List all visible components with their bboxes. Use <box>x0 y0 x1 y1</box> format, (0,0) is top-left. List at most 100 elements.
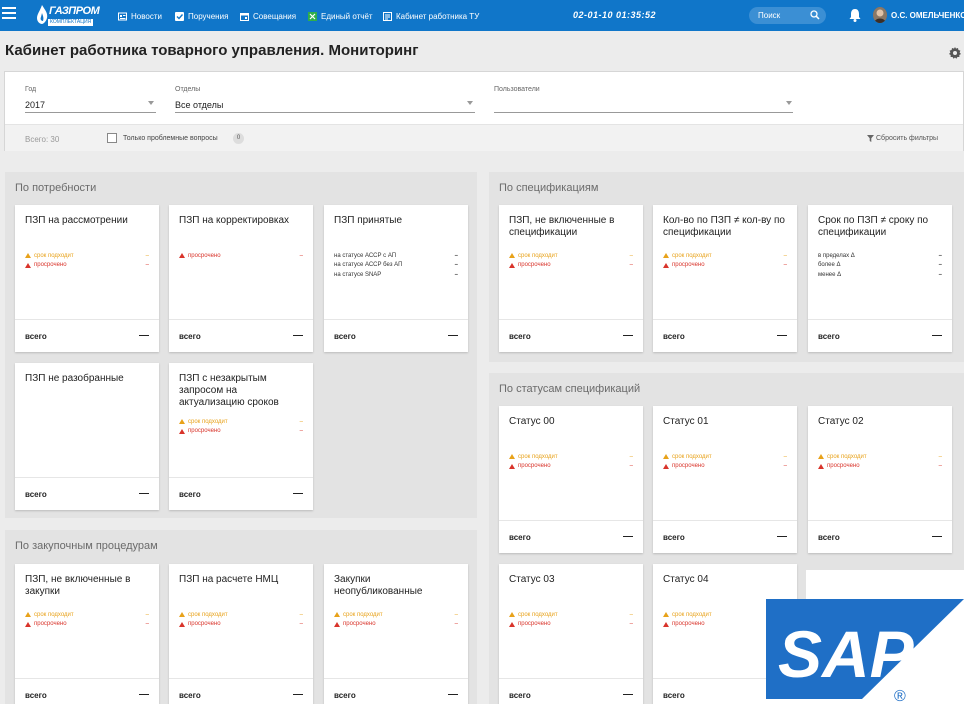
card-title: ПЗП, не включенные в закупки <box>25 574 131 597</box>
row-overdue: просрочено– <box>179 427 303 437</box>
card-title: Статус 02 <box>818 416 864 427</box>
warning-icon <box>663 463 669 469</box>
nav-cabinet-label: Кабинет работника ТУ <box>396 11 480 21</box>
only-problem-label[interactable]: Только проблемные вопросы <box>123 135 218 142</box>
card-pzp-nmc[interactable]: ПЗП на расчете НМЦ срок подходит – просро… <box>169 564 313 704</box>
card-pzp-unsorted[interactable]: ПЗП не разобранные всего — <box>15 363 159 510</box>
card-footer: всего— <box>653 319 797 352</box>
card-pzp-accepted[interactable]: ПЗП принятые на статусе АССР с АП – на ст… <box>324 205 468 352</box>
dept-chevron-down-icon[interactable] <box>467 101 473 105</box>
row-info: на статусе АССР с АП – <box>334 252 458 259</box>
card-qty-mismatch[interactable]: Кол-во по ПЗП ≠ кол-ву по спецификации с… <box>653 205 797 352</box>
warning-icon <box>818 454 824 460</box>
warning-icon <box>25 621 31 627</box>
warning-icon <box>663 454 669 460</box>
sap-logo-text: SAP <box>778 617 915 691</box>
avatar[interactable] <box>873 7 887 23</box>
warning-icon <box>179 419 185 425</box>
row-warn: срок подходит– <box>334 610 458 620</box>
warning-icon <box>509 463 515 469</box>
nav-news[interactable]: Новости <box>118 9 162 23</box>
card-footer: всего— <box>808 520 952 553</box>
nav-cabinet[interactable]: Кабинет работника ТУ <box>383 9 479 23</box>
card-status-00[interactable]: Статус 00 срок подходит – просрочено – все… <box>499 406 643 553</box>
warning-icon <box>334 612 340 618</box>
year-underline <box>25 112 156 113</box>
nav-news-label: Новости <box>131 11 162 21</box>
row-warn: срок подходит– <box>509 452 633 462</box>
warning-icon <box>179 621 185 627</box>
card-status-rows: срок подходит– просрочено– <box>509 610 633 629</box>
card-status-02[interactable]: Статус 02 срок подходит – просрочено – все… <box>808 406 952 553</box>
users-chevron-down-icon[interactable] <box>786 101 792 105</box>
menu-icon[interactable] <box>2 7 16 23</box>
warning-icon <box>25 262 31 268</box>
card-title: ПЗП не разобранные <box>25 373 124 384</box>
user-name[interactable]: О.С. ОМЕЛЬЧЕНКО <box>891 11 964 20</box>
search-box[interactable]: Поиск <box>749 7 826 24</box>
card-title: Статус 00 <box>509 416 555 427</box>
nav-meetings-label: Совещания <box>253 11 297 21</box>
card-title: Статус 03 <box>509 574 555 585</box>
card-footer: всего— <box>499 678 643 704</box>
card-pzp-review[interactable]: ПЗП на рассмотрении срок подходит – проср… <box>15 205 159 352</box>
year-chevron-down-icon[interactable] <box>148 101 154 105</box>
row-info: на статусе АССР без АП – <box>334 262 458 269</box>
gazprom-logo[interactable]: ГАЗПРОМ КОМПЛЕКТАЦИЯ <box>36 3 100 29</box>
year-label: Год <box>25 86 37 93</box>
card-pzp-correction[interactable]: ПЗП на корректировках просрочено – всего — <box>169 205 313 352</box>
nav-tasks[interactable]: Поручения <box>175 9 228 23</box>
row-info: менее Δ – <box>818 271 942 278</box>
card-date-mismatch[interactable]: Срок по ПЗП ≠ сроку по спецификации в пр… <box>808 205 952 352</box>
report-icon <box>308 11 317 21</box>
card-status-01[interactable]: Статус 01 срок подходит – просрочено – все… <box>653 406 797 553</box>
row-warn: срок подходит– <box>179 610 303 620</box>
card-pzp-open-request[interactable]: ПЗП с незакрытым запросом на актуализаци… <box>169 363 313 510</box>
card-pzp-not-in-procurement[interactable]: ПЗП, не включенные в закупки срок подход… <box>15 564 159 704</box>
sap-logo: SAP ® <box>766 599 964 704</box>
filter-icon <box>867 135 874 142</box>
card-footer: всего— <box>15 477 159 510</box>
card-status-rows: срок подходит– просрочено– <box>818 452 942 471</box>
reset-filters-button[interactable]: Сбросить фильтры <box>867 135 938 142</box>
section-spec-statuses-title: По статусам спецификаций <box>499 383 641 395</box>
row-warn: срок подходит– <box>25 610 149 620</box>
search-icon <box>810 10 820 20</box>
gear-icon[interactable] <box>949 47 961 59</box>
card-status-rows: срок подходит– просрочено– <box>25 251 149 270</box>
only-problem-checkbox[interactable] <box>107 133 117 143</box>
dept-select[interactable]: Все отделы <box>175 100 223 110</box>
page-title: Кабинет работника товарного управления. … <box>5 42 419 59</box>
calendar-icon <box>240 12 249 21</box>
warning-icon <box>663 621 669 627</box>
total-count: Всего: 30 <box>25 135 60 144</box>
row-info: на статусе SNAP – <box>334 271 458 278</box>
card-footer: всего— <box>15 678 159 704</box>
card-pzp-not-in-spec[interactable]: ПЗП, не включенные в спецификации срок п… <box>499 205 643 352</box>
watermark-backdrop <box>740 680 766 704</box>
nav-meetings[interactable]: Совещания <box>240 9 296 23</box>
warning-icon <box>818 463 824 469</box>
card-unpublished-procurements[interactable]: Закупки неопубликованные срок подходит – … <box>324 564 468 704</box>
card-status-rows: на статусе АССР с АП – на статусе АССР бе… <box>334 251 458 280</box>
row-warn: срок подходит– <box>509 610 633 620</box>
filters-panel: Год 2017 Отделы Все отделы Пользователи … <box>4 71 964 151</box>
row-overdue: просрочено– <box>179 251 303 261</box>
row-warn: срок подходит– <box>509 251 633 261</box>
card-title: ПЗП на рассмотрении <box>25 215 128 226</box>
card-footer: всего— <box>169 319 313 352</box>
warning-icon <box>663 262 669 268</box>
card-status-03[interactable]: Статус 03 срок подходит – просрочено – все… <box>499 564 643 704</box>
watermark-backdrop <box>806 570 964 599</box>
reset-filters-label: Сбросить фильтры <box>876 135 939 142</box>
bell-icon[interactable] <box>849 8 861 22</box>
card-status-rows: срок подходит– просрочено– <box>25 610 149 629</box>
year-select[interactable]: 2017 <box>25 100 45 110</box>
row-warn: срок подходит– <box>663 452 787 462</box>
row-overdue: просрочено– <box>334 620 458 630</box>
card-footer: всего— <box>653 520 797 553</box>
card-status-rows: срок подходит– просрочено– <box>334 610 458 629</box>
card-status-rows: в пределах Δ – более Δ – менее Δ – <box>818 251 942 280</box>
nav-report[interactable]: Единый отчёт <box>308 9 373 23</box>
logo-subtitle: КОМПЛЕКТАЦИЯ <box>48 19 94 26</box>
